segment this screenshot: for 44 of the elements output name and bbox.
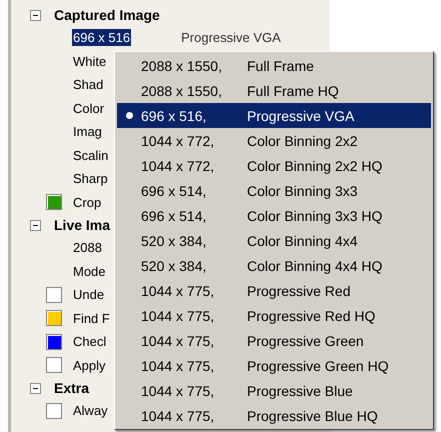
radio-bullet-icon — [126, 112, 132, 119]
property-label[interactable]: White — [72, 52, 108, 70]
property-value[interactable]: Progressive VGA — [181, 30, 281, 46]
property-label[interactable]: Shad — [72, 76, 104, 94]
property-label[interactable]: 696 x 516 — [72, 29, 132, 46]
property-label[interactable]: Sharp — [72, 170, 109, 188]
property-label[interactable]: Imag — [72, 123, 103, 140]
color-swatch[interactable] — [46, 310, 62, 326]
section-title: Extra — [54, 380, 90, 396]
menu-item[interactable]: 1044 x 772, Color Binning 2x2 — [117, 128, 431, 153]
section-title: Captured Image — [54, 7, 160, 23]
color-swatch[interactable] — [46, 194, 62, 210]
menu-item[interactable]: 1044 x 775, Progressive Blue — [117, 378, 431, 403]
property-label[interactable]: Checl — [72, 333, 108, 350]
property-label[interactable]: Apply — [72, 356, 107, 374]
menu-item[interactable]: 2088 x 1550, Full Frame HQ — [117, 78, 431, 103]
menu-item[interactable]: 520 x 384, Color Binning 4x4 — [117, 228, 431, 253]
property-label[interactable]: Scalin — [72, 146, 110, 164]
property-label[interactable]: Color — [72, 100, 106, 117]
menu-item[interactable]: 520 x 384, Color Binning 4x4 HQ — [117, 253, 431, 278]
property-label[interactable]: Mode — [72, 262, 107, 280]
collapse-toggle[interactable] — [30, 220, 41, 230]
property-label[interactable]: Alway — [72, 402, 109, 420]
color-swatch[interactable] — [46, 286, 62, 303]
property-label[interactable]: Unde — [72, 286, 106, 304]
menu-item[interactable]: 696 x 514, Color Binning 3x3 — [117, 178, 431, 203]
menu-item[interactable]: 696 x 514, Color Binning 3x3 HQ — [117, 203, 431, 228]
menu-item[interactable]: 696 x 516, Progressive VGA — [117, 103, 431, 128]
menu-item[interactable]: 1044 x 775, Progressive Green — [117, 328, 431, 353]
menu-item[interactable]: 1044 x 775, Progressive Green HQ — [117, 353, 431, 378]
menu-item[interactable]: 1044 x 772, Color Binning 2x2 HQ — [117, 153, 431, 178]
section-title: Live Ima — [54, 217, 110, 233]
color-swatch[interactable] — [46, 357, 62, 374]
menu-item[interactable]: 2088 x 1550, Full Frame — [117, 53, 431, 78]
collapse-toggle[interactable] — [30, 382, 41, 394]
menu-item[interactable]: 1044 x 775, Progressive Red HQ — [117, 303, 431, 328]
property-label[interactable]: Find F — [72, 310, 111, 327]
color-swatch[interactable] — [46, 334, 62, 350]
menu-item[interactable]: 1044 x 775, Progressive Red — [117, 278, 431, 303]
color-swatch[interactable] — [46, 402, 62, 419]
collapse-toggle[interactable] — [30, 10, 41, 20]
property-label[interactable]: Crop — [72, 194, 102, 211]
menu-item[interactable]: 1044 x 775, Progressive Blue HQ — [117, 403, 431, 428]
property-label[interactable]: 2088 — [72, 239, 103, 256]
